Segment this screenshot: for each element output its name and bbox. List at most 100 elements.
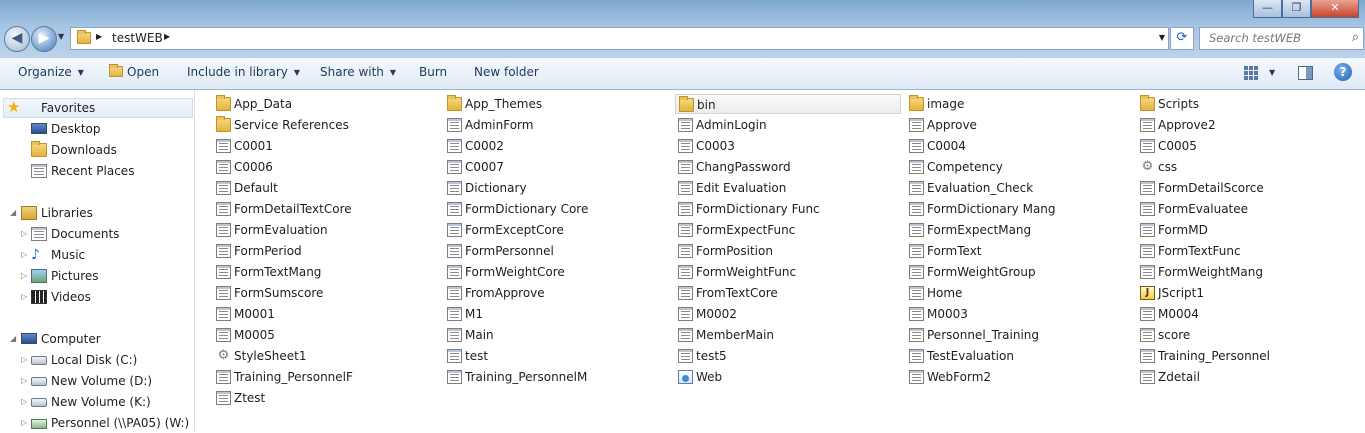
file-item[interactable]: Training_PersonnelM	[444, 367, 670, 387]
file-item[interactable]: bin	[675, 94, 901, 114]
file-item[interactable]: Dictionary	[444, 178, 670, 198]
expand-arrow-icon[interactable]: ▷	[21, 355, 27, 364]
file-item[interactable]: M0002	[675, 304, 901, 324]
change-view-button[interactable]	[1244, 66, 1259, 80]
back-button[interactable]: ◀	[4, 26, 30, 52]
nav-new-volume-k[interactable]: ▷ New Volume (K:)	[0, 392, 190, 412]
file-item[interactable]: Personnel_Training	[906, 325, 1132, 345]
organize-button[interactable]: Organize ▼	[18, 65, 84, 79]
file-item[interactable]: M0004	[1137, 304, 1363, 324]
file-item[interactable]: FormPosition	[675, 241, 901, 261]
search-input[interactable]: Search testWEB ⌕	[1199, 27, 1364, 50]
address-dropdown-icon[interactable]: ▼	[1159, 33, 1165, 42]
file-item[interactable]: WebForm2	[906, 367, 1132, 387]
expand-arrow-icon[interactable]: ◢	[10, 334, 16, 343]
file-item[interactable]: FormTextMang	[213, 262, 439, 282]
breadcrumb-arrow-icon[interactable]: ▶	[96, 32, 102, 41]
file-item[interactable]: FormEvaluation	[213, 220, 439, 240]
file-item[interactable]: FormEvaluatee	[1137, 199, 1363, 219]
file-item[interactable]: FormPeriod	[213, 241, 439, 261]
file-item[interactable]: Edit Evaluation	[675, 178, 901, 198]
file-item[interactable]: C0002	[444, 136, 670, 156]
file-item[interactable]: J JScript1	[1137, 283, 1363, 303]
nav-desktop[interactable]: Desktop	[0, 119, 190, 139]
recent-pages-dropdown[interactable]: ▼	[58, 32, 64, 41]
nav-favorites[interactable]: ★ Favorites	[3, 98, 193, 118]
close-button[interactable]: ✕	[1311, 0, 1359, 18]
file-item[interactable]: FormMD	[1137, 220, 1363, 240]
file-item[interactable]: FromTextCore	[675, 283, 901, 303]
file-item[interactable]: C0006	[213, 157, 439, 177]
file-item[interactable]: ⚙ css	[1137, 157, 1363, 177]
file-item[interactable]: C0007	[444, 157, 670, 177]
help-button[interactable]: ?	[1334, 63, 1352, 81]
file-item[interactable]: MemberMain	[675, 325, 901, 345]
new-folder-button[interactable]: New folder	[474, 65, 539, 79]
file-item[interactable]: FormDictionary Func	[675, 199, 901, 219]
nav-downloads[interactable]: Downloads	[0, 140, 190, 160]
refresh-button[interactable]: ⟳	[1170, 27, 1194, 50]
maximize-button[interactable]: ❐	[1282, 0, 1311, 18]
file-item[interactable]: FormTextFunc	[1137, 241, 1363, 261]
file-item[interactable]: App_Data	[213, 94, 439, 114]
file-item[interactable]: FormWeightMang	[1137, 262, 1363, 282]
file-item[interactable]: FormDictionary Mang	[906, 199, 1132, 219]
file-item[interactable]: C0004	[906, 136, 1132, 156]
expand-arrow-icon[interactable]: ▷	[21, 397, 27, 406]
file-item[interactable]: test5	[675, 346, 901, 366]
address-bar[interactable]: ▶ testWEB ▶ ▼	[70, 27, 1169, 50]
forward-button[interactable]: ▶	[31, 26, 57, 52]
nav-music[interactable]: ▷ ♪ Music	[0, 245, 190, 265]
breadcrumb-testweb[interactable]: testWEB	[112, 31, 163, 45]
minimize-button[interactable]: —	[1253, 0, 1282, 18]
file-item[interactable]: C0001	[213, 136, 439, 156]
nav-videos[interactable]: ▷ Videos	[0, 287, 190, 307]
file-item[interactable]: FromApprove	[444, 283, 670, 303]
file-item[interactable]: Main	[444, 325, 670, 345]
preview-pane-button[interactable]	[1298, 66, 1313, 80]
file-item[interactable]: image	[906, 94, 1132, 114]
nav-documents[interactable]: ▷ Documents	[0, 224, 190, 244]
file-item[interactable]: FormWeightGroup	[906, 262, 1132, 282]
include-in-library-button[interactable]: Include in library ▼	[187, 65, 300, 79]
nav-pictures[interactable]: ▷ Pictures	[0, 266, 190, 286]
file-item[interactable]: M0003	[906, 304, 1132, 324]
file-item[interactable]: FormWeightFunc	[675, 262, 901, 282]
file-item[interactable]: Default	[213, 178, 439, 198]
file-item[interactable]: ChangPassword	[675, 157, 901, 177]
file-item[interactable]: Scripts	[1137, 94, 1363, 114]
file-item[interactable]: FormDetailScorce	[1137, 178, 1363, 198]
share-with-button[interactable]: Share with ▼	[320, 65, 396, 79]
file-item[interactable]: Approve	[906, 115, 1132, 135]
file-item[interactable]: FormExpectMang	[906, 220, 1132, 240]
search-icon[interactable]: ⌕	[1352, 30, 1359, 45]
nav-libraries[interactable]: ◢ Libraries	[0, 203, 190, 223]
file-item[interactable]: FormDictionary Core	[444, 199, 670, 219]
file-item[interactable]: AdminLogin	[675, 115, 901, 135]
file-item[interactable]: Zdetail	[1137, 367, 1363, 387]
nav-computer[interactable]: ◢ Computer	[0, 329, 190, 349]
nav-personnel-w[interactable]: ▷ Personnel (\\PA05) (W:)	[0, 413, 190, 433]
file-item[interactable]: FormWeightCore	[444, 262, 670, 282]
nav-local-disk-c[interactable]: ▷ Local Disk (C:)	[0, 350, 190, 370]
nav-new-volume-d[interactable]: ▷ New Volume (D:)	[0, 371, 190, 391]
file-item[interactable]: App_Themes	[444, 94, 670, 114]
file-item[interactable]: FormExceptCore	[444, 220, 670, 240]
file-item[interactable]: M0001	[213, 304, 439, 324]
file-item[interactable]: C0003	[675, 136, 901, 156]
expand-arrow-icon[interactable]: ▷	[21, 292, 27, 301]
file-item[interactable]: Training_PersonnelF	[213, 367, 439, 387]
file-item[interactable]: test	[444, 346, 670, 366]
file-item[interactable]: FormText	[906, 241, 1132, 261]
file-item[interactable]: FormPersonnel	[444, 241, 670, 261]
file-item[interactable]: Competency	[906, 157, 1132, 177]
file-item[interactable]: Training_Personnel	[1137, 346, 1363, 366]
expand-arrow-icon[interactable]: ▷	[21, 229, 27, 238]
expand-arrow-icon[interactable]: ▷	[21, 376, 27, 385]
expand-arrow-icon[interactable]: ▷	[21, 418, 27, 427]
file-item[interactable]: FormExpectFunc	[675, 220, 901, 240]
expand-arrow-icon[interactable]: ◢	[10, 208, 16, 217]
nav-recent-places[interactable]: Recent Places	[0, 161, 190, 181]
burn-button[interactable]: Burn	[419, 65, 447, 79]
breadcrumb-arrow-icon[interactable]: ▶	[164, 32, 170, 41]
